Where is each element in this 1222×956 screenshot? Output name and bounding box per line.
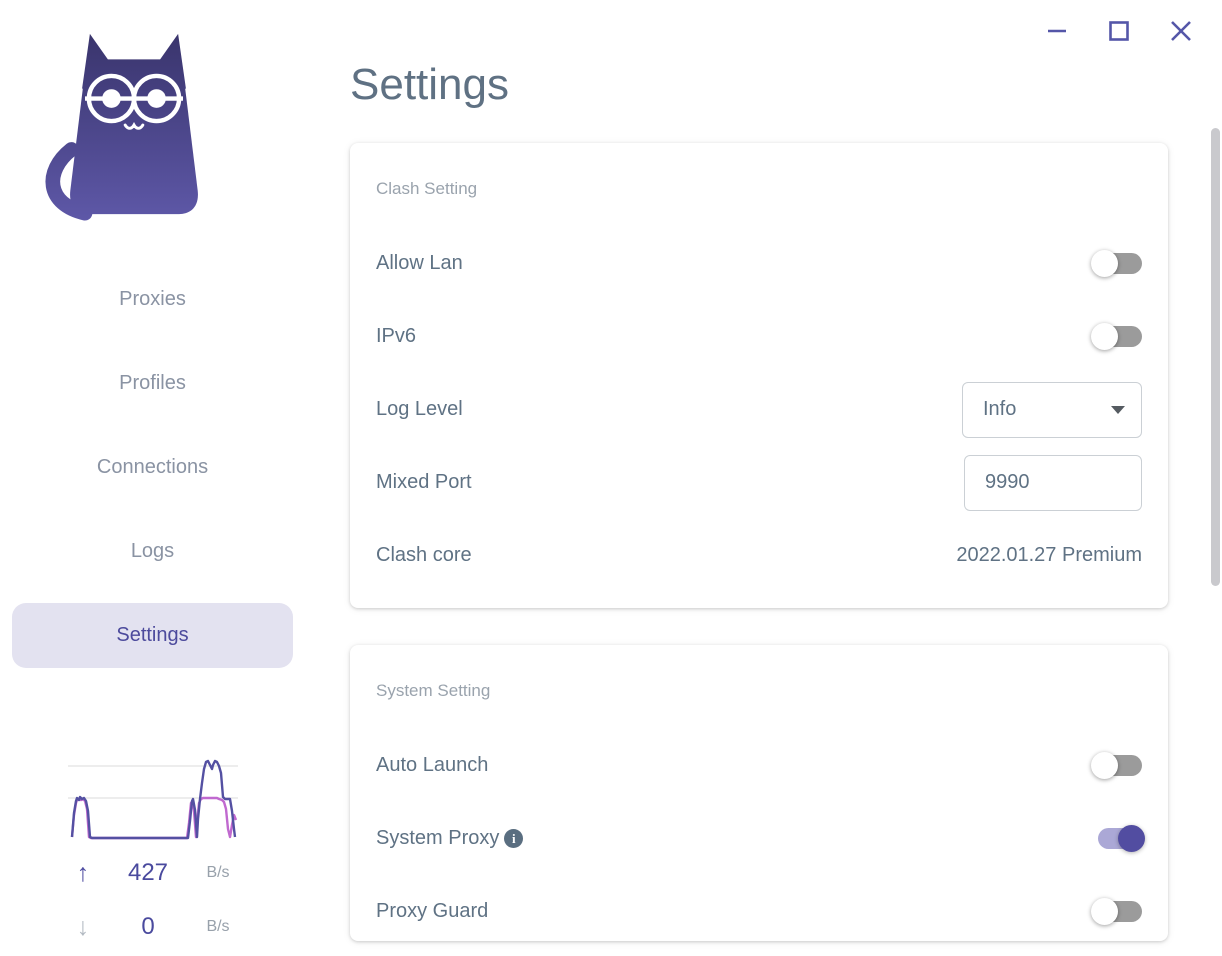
sidebar-item-logs[interactable]: Logs [12,519,293,584]
toggle-thumb [1091,898,1118,925]
clash-setting-card: Clash Setting Allow Lan IPv6 Log Level I… [350,143,1168,608]
download-speed-row: ↓ 0 B/s [58,900,258,954]
toggle-thumb [1091,250,1118,277]
system-proxy-label: System Proxy i [376,827,524,850]
clash-core-version: 2022.01.27 Premium [956,544,1142,566]
auto-launch-row: Auto Launch [350,729,1168,802]
chevron-down-icon [1111,405,1125,414]
log-level-label: Log Level [376,398,463,420]
sidebar-item-label: Profiles [119,372,186,394]
mixed-port-label: Mixed Port [376,471,472,493]
ipv6-row: IPv6 [350,300,1168,373]
info-icon[interactable]: i [504,829,524,848]
sidebar-item-label: Connections [96,456,209,478]
upload-speed-unit: B/s [206,864,230,881]
system-setting-card: System Setting Auto Launch System Proxy … [350,645,1168,941]
download-speed-unit: B/s [206,918,230,935]
allow-lan-label: Allow Lan [376,252,463,274]
sidebar-item-label: Proxies [119,288,186,310]
clash-core-row: Clash core 2022.01.27 Premium [350,519,1168,592]
sidebar-item-label: Logs [130,540,175,562]
auto-launch-toggle[interactable] [1091,752,1142,779]
download-speed-value: 0 [141,913,155,940]
log-level-row: Log Level Info [350,373,1168,446]
sidebar-item-label: Settings [116,624,189,646]
close-button[interactable] [1168,18,1194,44]
download-series-line [70,796,238,840]
sidebar: Proxies Profiles Connections Logs Settin… [0,0,305,956]
toggle-thumb [1091,752,1118,779]
upload-arrow-icon: ↑ [76,858,90,887]
sidebar-nav: Proxies Profiles Connections Logs Settin… [12,267,293,668]
sidebar-item-profiles[interactable]: Profiles [12,351,293,416]
traffic-stats: ↑ 427 B/s ↓ 0 B/s [58,846,258,954]
log-level-selected-value: Info [983,398,1017,420]
auto-launch-label: Auto Launch [376,754,489,776]
mixed-port-row: Mixed Port [350,446,1168,519]
proxy-guard-toggle[interactable] [1091,898,1142,925]
maximize-button[interactable] [1106,18,1132,44]
upload-series-line [70,759,237,840]
toggle-thumb [1091,323,1118,350]
system-proxy-label-text: System Proxy [376,827,500,849]
toggle-thumb [1118,825,1145,852]
scrollbar-thumb[interactable] [1211,128,1220,586]
clash-cat-logo-icon [45,33,198,221]
allow-lan-row: Allow Lan [350,227,1168,300]
allow-lan-toggle[interactable] [1091,250,1142,277]
sidebar-item-settings[interactable]: Settings [12,603,293,668]
system-proxy-toggle[interactable] [1094,825,1145,852]
proxy-guard-row: Proxy Guard [350,875,1168,941]
card-header: System Setting [376,681,491,700]
window-controls [1044,18,1194,44]
page-title: Settings [350,60,509,109]
maximize-icon [1109,21,1129,41]
proxy-guard-label: Proxy Guard [376,900,489,922]
minimize-icon [1048,29,1066,33]
upload-speed-value: 427 [127,859,169,886]
card-header: Clash Setting [376,179,478,198]
clash-settings-window: Proxies Profiles Connections Logs Settin… [0,0,1222,956]
ipv6-toggle[interactable] [1091,323,1142,350]
minimize-button[interactable] [1044,18,1070,44]
close-icon [1171,21,1191,41]
sidebar-item-connections[interactable]: Connections [12,435,293,500]
log-level-select[interactable]: Info [962,381,1142,438]
mixed-port-input[interactable] [964,454,1142,511]
upload-speed-row: ↑ 427 B/s [58,846,258,900]
ipv6-label: IPv6 [376,325,417,347]
system-proxy-row: System Proxy i [350,802,1168,875]
traffic-graph [68,759,238,840]
download-arrow-icon: ↓ [76,912,90,941]
clash-core-label: Clash core [376,544,472,566]
sidebar-item-proxies[interactable]: Proxies [12,267,293,332]
